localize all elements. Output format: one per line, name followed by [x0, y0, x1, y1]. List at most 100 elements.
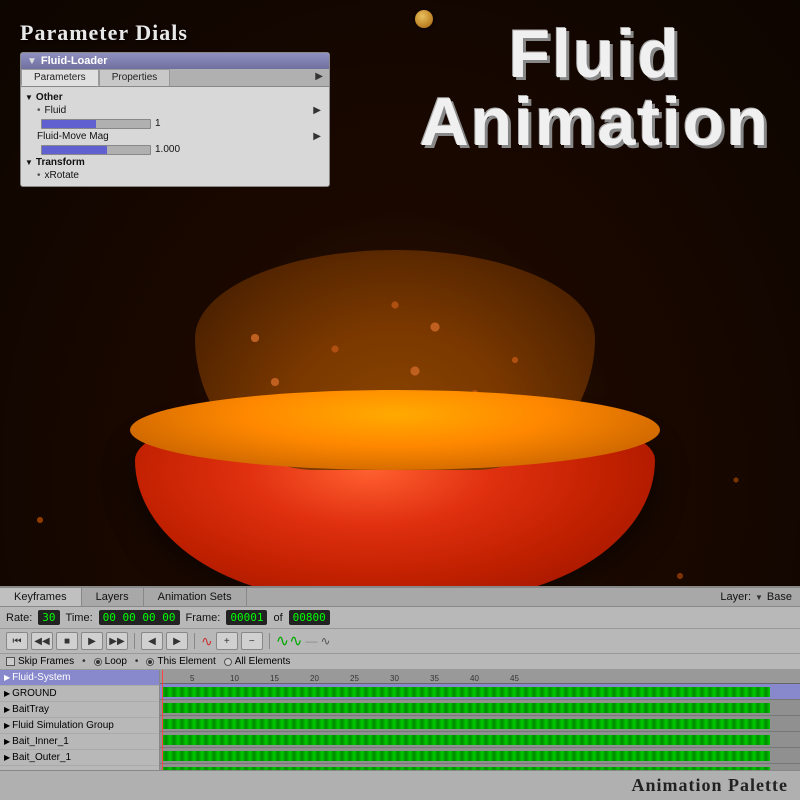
track-bait-outer[interactable]: ▶ Bait_Outer_1 — [0, 750, 159, 766]
param-tabs: Parameters Properties ▶ — [21, 69, 329, 87]
param-row-fluid: • Fluid ▶ — [21, 104, 329, 117]
playhead[interactable] — [162, 670, 163, 770]
param-content: ▼ Other • Fluid ▶ 1 Fluid-Move Mag ▶ — [21, 87, 329, 186]
timeline-options: Skip Frames • Loop • This Element All El… — [0, 654, 800, 670]
track-fluid-sim-label: Fluid Simulation Group — [12, 720, 114, 731]
anim-palette-title-bar: Animation Palette — [0, 770, 800, 800]
fluid-move-slider[interactable] — [41, 145, 151, 155]
of-label: of — [273, 612, 282, 624]
track-baittray[interactable]: ▶ BaitTray — [0, 702, 159, 718]
param-panel-title: Parameter Dials — [20, 20, 340, 46]
tab-arrow-icon[interactable]: ▶ — [309, 69, 329, 86]
track-baitinner-triangle-icon: ▶ — [4, 737, 10, 746]
track-ground[interactable]: ▶ GROUND — [0, 686, 159, 702]
track-baitouter-triangle-icon: ▶ — [4, 753, 10, 762]
minus-icon: — — [306, 634, 318, 648]
track-bait-inner[interactable]: ▶ Bait_Inner_1 — [0, 734, 159, 750]
param-row-xrotate: • xRotate — [21, 169, 329, 182]
step-back-button[interactable]: ◀◀ — [31, 632, 53, 650]
param-fluid-move-arrow-icon: ▶ — [313, 131, 321, 142]
keyframe-bar-bait-inner — [162, 751, 770, 761]
timeline-tabs: Keyframes Layers Animation Sets Layer: ▼… — [0, 588, 800, 607]
fluid-move-slider-row: 1.000 — [21, 143, 329, 156]
param-fluid-label: Fluid — [45, 105, 125, 116]
track-timeline-area[interactable]: 5 10 15 20 25 30 35 40 45 — [160, 670, 800, 770]
transport-controls: ⏮ ◀◀ ■ ▶ ▶▶ ◀ ▶ ∿ + − ∿∿ — ∿ — [0, 629, 800, 654]
section-transform-header[interactable]: ▼ Transform — [21, 156, 329, 169]
skip-frames-checkbox[interactable] — [6, 657, 15, 666]
section-transform-triangle-icon: ▼ — [25, 158, 33, 167]
ruler-20: 20 — [310, 674, 319, 683]
param-xrotate-label: xRotate — [45, 170, 125, 181]
frame-label: Frame: — [186, 612, 221, 624]
xrotate-bullet-icon: • — [37, 170, 41, 181]
track-fluid-sim[interactable]: ▶ Fluid Simulation Group — [0, 718, 159, 734]
track-ruler: 5 10 15 20 25 30 35 40 45 — [160, 670, 800, 684]
section-triangle-icon: ▼ — [25, 93, 33, 102]
this-element-radio[interactable] — [146, 658, 154, 666]
track-names-panel: ▶ Fluid-System ▶ GROUND ▶ BaitTray ▶ Flu… — [0, 670, 160, 770]
ruler-40: 40 — [470, 674, 479, 683]
loop-radio[interactable] — [94, 658, 102, 666]
track-fluid-system[interactable]: ▶ Fluid-System — [0, 670, 159, 686]
track-bait-inner-label: Bait_Inner_1 — [12, 736, 69, 747]
param-titlebar: ▼ Fluid-Loader — [21, 53, 329, 69]
layer-dropdown-icon[interactable]: ▼ — [755, 593, 763, 602]
track-ground-triangle-icon: ▶ — [4, 689, 10, 698]
next-key-button[interactable]: ▶ — [166, 632, 188, 650]
param-fluid-move-label: Fluid-Move Mag — [37, 131, 117, 142]
wavy-icon: ∿ — [321, 634, 331, 648]
section-transform-label: Transform — [36, 157, 85, 168]
track-row-fluid-sim — [160, 732, 800, 748]
tab-parameters[interactable]: Parameters — [21, 69, 99, 86]
tab-animation-sets[interactable]: Animation Sets — [144, 588, 247, 606]
time-label: Time: — [66, 612, 93, 624]
track-row-bait-outer — [160, 764, 800, 770]
bullet-icon: • — [37, 105, 41, 116]
tab-layers[interactable]: Layers — [82, 588, 144, 606]
prev-key-button[interactable]: ◀ — [141, 632, 163, 650]
fluid-slider-row: 1 — [21, 117, 329, 130]
bowl-lip — [130, 390, 660, 470]
ruler-45: 45 — [510, 674, 519, 683]
tab-properties[interactable]: Properties — [99, 69, 171, 86]
timeline-panel: Keyframes Layers Animation Sets Layer: ▼… — [0, 586, 800, 800]
transport-separator-2 — [194, 633, 195, 649]
section-other-header[interactable]: ▼ Other — [21, 91, 329, 104]
keyframe-bar-fluid-system — [162, 687, 770, 697]
skip-to-start-button[interactable]: ⏮ — [6, 632, 28, 650]
skip-frames-option: Skip Frames — [6, 656, 74, 667]
param-fluid-arrow-icon: ▶ — [313, 105, 321, 116]
this-element-label: This Element — [157, 656, 215, 667]
section-other-label: Other — [36, 92, 63, 103]
add-key-button[interactable]: + — [216, 632, 238, 650]
section-transform: ▼ Transform • xRotate — [21, 156, 329, 182]
track-baittray-label: BaitTray — [12, 704, 49, 715]
ruler-35: 35 — [430, 674, 439, 683]
remove-key-button[interactable]: − — [241, 632, 263, 650]
loop-label: Loop — [105, 656, 127, 667]
stop-button[interactable]: ■ — [56, 632, 78, 650]
layer-label: Layer: — [720, 591, 751, 603]
param-row-fluid-move: Fluid-Move Mag ▶ — [21, 130, 329, 143]
tab-keyframes[interactable]: Keyframes — [0, 588, 82, 606]
track-ground-label: GROUND — [12, 688, 56, 699]
fluid-title-line2: Animation — [420, 88, 770, 156]
step-forward-button[interactable]: ▶▶ — [106, 632, 128, 650]
section-other: ▼ Other • Fluid ▶ 1 Fluid-Move Mag ▶ — [21, 91, 329, 156]
timeline-controls: Rate: 30 Time: 00 00 00 00 Frame: 00001 … — [0, 607, 800, 629]
rate-value: 30 — [38, 610, 59, 625]
ruler-30: 30 — [390, 674, 399, 683]
ruler-15: 15 — [270, 674, 279, 683]
layer-indicator: Layer: ▼ Base — [712, 589, 800, 605]
track-fluid-system-label: Fluid-System — [12, 672, 70, 683]
all-elements-label: All Elements — [235, 656, 291, 667]
keyframe-bar-baittray — [162, 719, 770, 729]
rate-label: Rate: — [6, 612, 32, 624]
all-elements-radio[interactable] — [224, 658, 232, 666]
this-element-option: This Element — [146, 656, 215, 667]
track-row-bait-inner — [160, 748, 800, 764]
play-button[interactable]: ▶ — [81, 632, 103, 650]
fluid-slider[interactable] — [41, 119, 151, 129]
track-rows — [160, 684, 800, 770]
